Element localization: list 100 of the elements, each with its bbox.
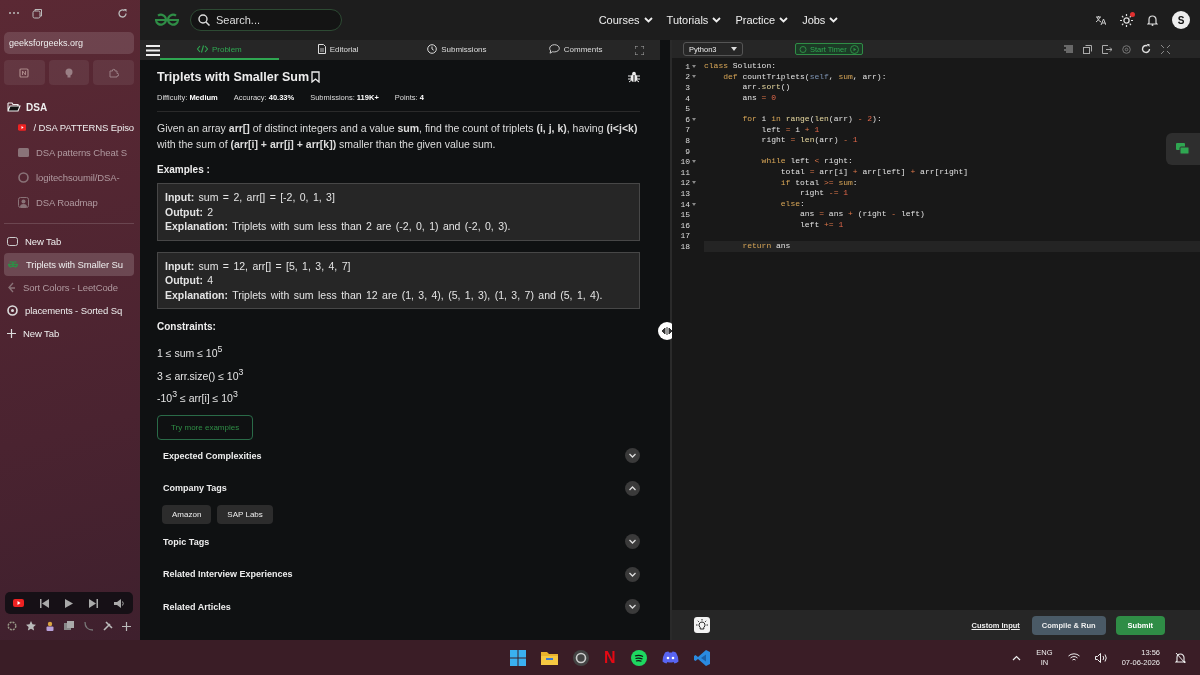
play-icon[interactable] [65, 598, 73, 608]
next-icon[interactable] [89, 598, 98, 608]
nav-menu[interactable]: Practice [732, 14, 792, 26]
bulb-icon [696, 619, 708, 631]
fold-icon[interactable] [692, 181, 696, 185]
address-bar[interactable]: geeksforgeeks.org [4, 32, 134, 54]
sun-icon[interactable] [1120, 13, 1133, 27]
chevron-icon[interactable] [625, 480, 640, 496]
settings-icon[interactable] [1122, 44, 1131, 54]
bookmark-icon[interactable] [311, 71, 321, 83]
chevron-up-icon[interactable] [1012, 654, 1022, 661]
settings-icon[interactable] [7, 621, 17, 631]
problem-title: Triplets with Smaller Sum [157, 70, 310, 84]
section-title[interactable]: Topic Tags [163, 536, 210, 547]
menu-icon[interactable] [146, 44, 160, 56]
hint-button[interactable] [694, 617, 710, 633]
chevron-icon[interactable] [625, 534, 640, 550]
logo-icon[interactable] [152, 13, 182, 27]
new-tab-button[interactable]: New Tab [4, 322, 134, 345]
try-more-button[interactable]: Try more examples [157, 414, 254, 440]
page-icon [19, 67, 30, 78]
example-line: Output: 2 [165, 204, 215, 219]
section-title[interactable]: Related Articles [163, 601, 231, 612]
problem-description: Given an array arr[] of distinct integers and a value sum, find the count of triplets (i, j, k), having (i<j<k) with the sum of (arr[i] + arr[j] + arr[k]) smaller than the given value sum. [157, 121, 639, 152]
code-line: else: [779, 198, 806, 210]
plus-icon[interactable] [121, 621, 131, 631]
volume-icon[interactable] [114, 598, 125, 608]
constraints-heading: Constraints: [157, 321, 217, 332]
fold-icon[interactable] [692, 117, 696, 121]
example-line: Explanation: Triplets with sum less than 2 are (-2, 0, 1) and (-2, 0, 3). [165, 219, 512, 234]
avatar[interactable]: S [1172, 11, 1190, 29]
browser-icon[interactable] [573, 649, 589, 666]
fold-icon[interactable] [692, 160, 696, 164]
copy-icon[interactable] [64, 621, 75, 631]
browser-tab[interactable]: New Tab [4, 230, 134, 253]
fold-icon[interactable] [692, 64, 696, 68]
bookmark-item[interactable]: logitechsoumil/DSA- [4, 165, 134, 190]
section-title[interactable]: Expected Complexities [163, 450, 262, 461]
problem-tab[interactable]: Editorial [278, 40, 398, 60]
line-number: 3 [684, 83, 690, 92]
chat-button[interactable] [1166, 133, 1200, 165]
reload-icon[interactable] [117, 7, 128, 19]
chevron-icon[interactable] [625, 599, 640, 615]
line-number: 15 [679, 210, 690, 220]
line-number: 7 [684, 125, 690, 135]
nav-menu[interactable]: Tutorials [663, 14, 725, 26]
bug-icon[interactable] [628, 71, 640, 83]
phone-icon[interactable] [83, 621, 94, 631]
bookmark-item[interactable]: / DSA PATTERNS Episo [4, 115, 134, 140]
star-icon[interactable] [26, 621, 37, 631]
section-title[interactable]: Company Tags [163, 483, 227, 494]
constraint-line: 3 ≤ arr.size() ≤ 10$^{3}$ [157, 365, 245, 384]
line-number: 14 [679, 199, 690, 209]
expand-icon[interactable] [635, 45, 644, 55]
volume-icon[interactable] [1094, 652, 1107, 663]
chevron-icon[interactable] [625, 448, 640, 464]
chevron-icon[interactable] [625, 566, 640, 582]
reset-icon[interactable] [1141, 44, 1151, 54]
format-icon[interactable] [1064, 45, 1073, 53]
translate-icon[interactable] [1095, 14, 1106, 26]
browser-tab[interactable]: placements - Sorted Sq [4, 299, 134, 322]
bookmark-item[interactable]: DSA Roadmap [4, 190, 134, 215]
bulb-icon [65, 67, 73, 78]
figure-icon[interactable] [45, 621, 56, 631]
search-field[interactable]: Search... [190, 9, 342, 31]
more-icon[interactable] [8, 11, 20, 15]
company-tag[interactable]: SAP Labs [217, 504, 273, 524]
code-editor-icon[interactable] [693, 649, 710, 666]
previous-icon[interactable] [40, 598, 49, 608]
expand-icon[interactable] [1161, 44, 1170, 54]
windows-icon[interactable] [510, 649, 526, 666]
line-number: 2 [684, 72, 690, 82]
export-icon[interactable] [1102, 44, 1112, 54]
problem-tab[interactable]: Comments [516, 40, 635, 60]
tools-icon[interactable] [102, 621, 113, 631]
problem-tab[interactable]: Submissions [397, 40, 517, 60]
problem-tab[interactable]: Problem [160, 40, 279, 60]
line-number: 9 [684, 146, 690, 156]
chevron-icon [779, 17, 789, 23]
wifi-icon[interactable] [1067, 653, 1080, 662]
browser-tab[interactable]: Sort Colors - LeetCode [4, 276, 134, 299]
bell-icon[interactable] [1175, 651, 1186, 664]
bookmark-item[interactable]: DSA patterns Cheat S [4, 140, 134, 165]
nav-menu[interactable]: Jobs [799, 14, 842, 26]
folder-name[interactable]: DSA [26, 101, 48, 113]
spotify-icon[interactable] [630, 649, 647, 666]
bell-icon[interactable] [1147, 14, 1158, 26]
tabs-icon[interactable] [32, 7, 43, 19]
folder-icon[interactable] [541, 650, 558, 665]
section-title[interactable]: Related Interview Experiences [163, 569, 293, 580]
play-logo-icon[interactable] [13, 599, 24, 607]
nav-menu[interactable]: Courses [595, 14, 656, 26]
fold-icon[interactable] [692, 202, 696, 206]
fold-icon[interactable] [692, 75, 696, 79]
copy-icon[interactable] [1083, 44, 1092, 54]
browser-tab[interactable]: Triplets with Smaller Su [4, 253, 134, 276]
discord-icon[interactable] [661, 651, 679, 664]
pinned-tab[interactable] [48, 60, 90, 85]
company-tag[interactable]: Amazon [162, 504, 212, 524]
code-line: for i in range(len(arr) - 2): [741, 113, 883, 125]
